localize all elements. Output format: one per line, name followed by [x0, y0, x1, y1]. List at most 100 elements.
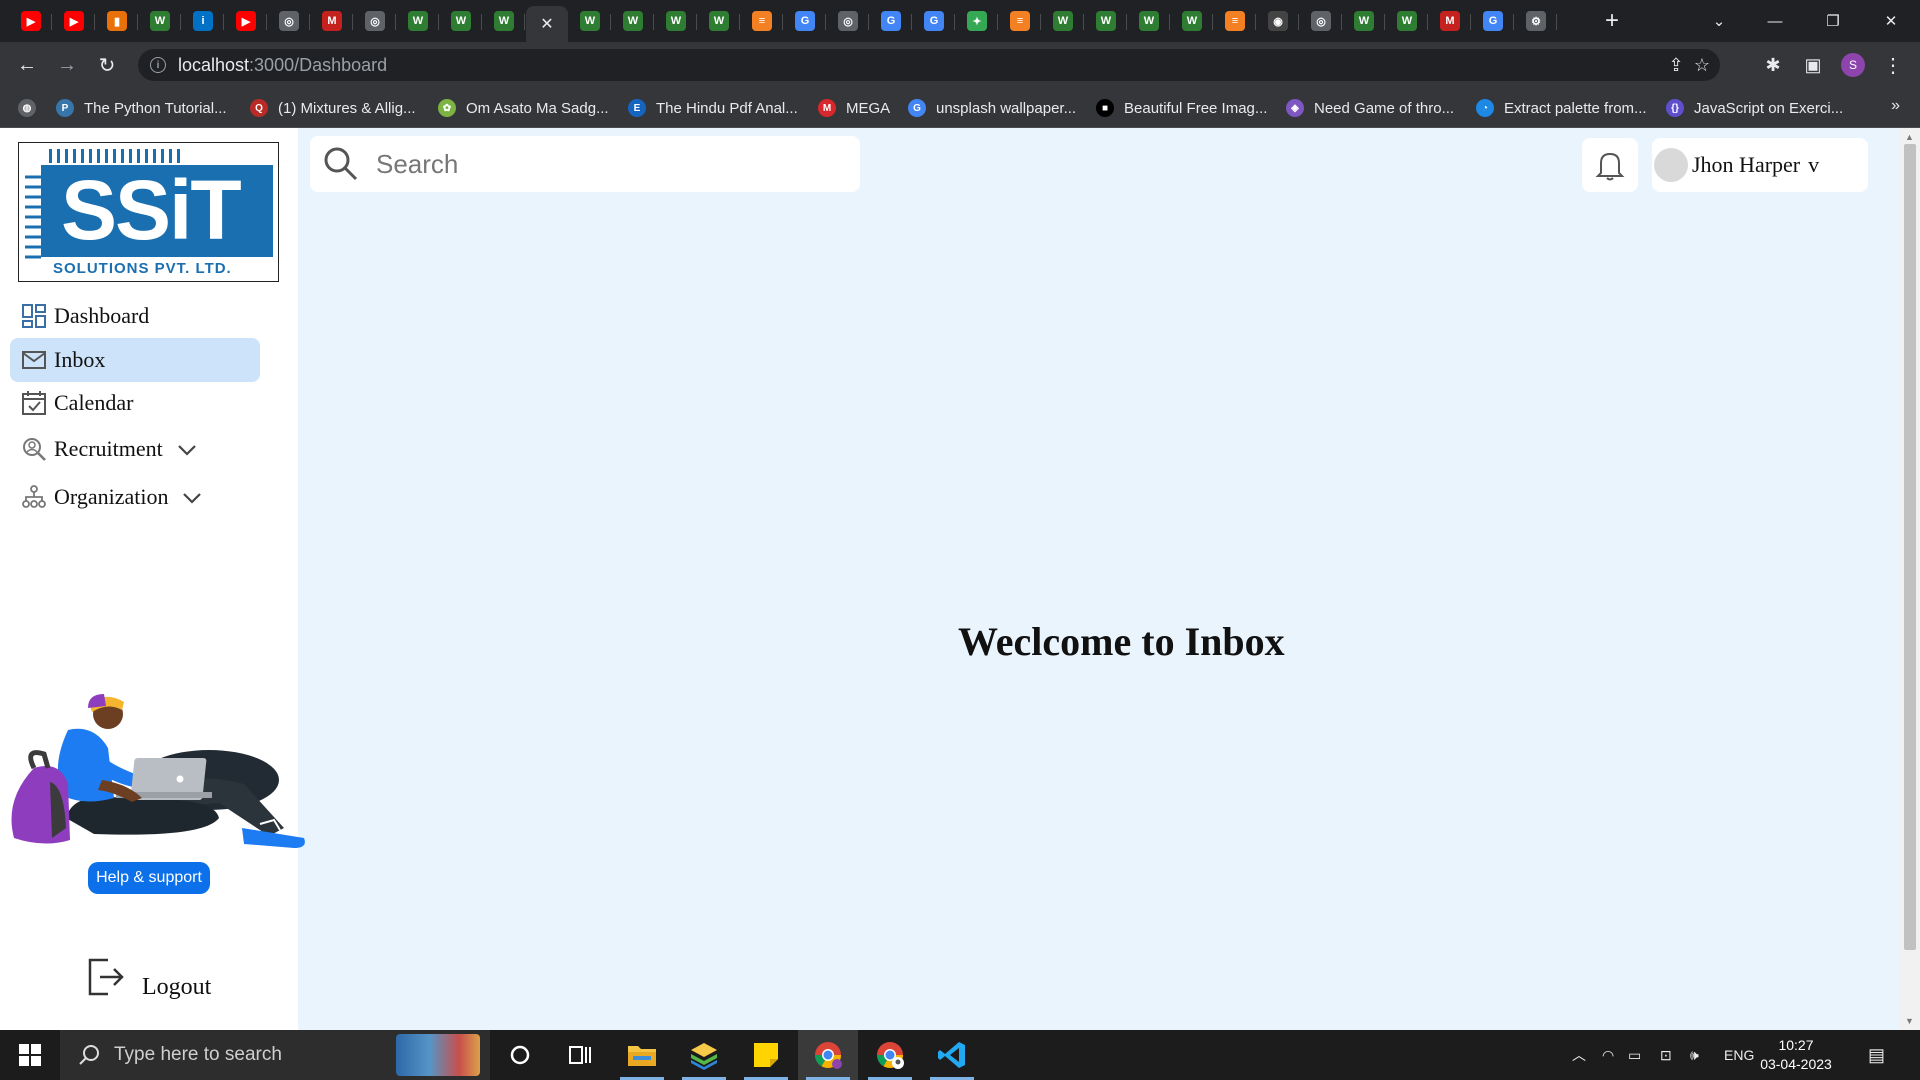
browser-tab[interactable]: G	[913, 6, 955, 36]
browser-tab[interactable]: ▶	[53, 6, 95, 36]
sidebar-item-organization[interactable]: Organization	[10, 475, 260, 519]
start-button[interactable]	[0, 1030, 60, 1080]
chevron-down-icon[interactable]	[182, 484, 202, 510]
sticky-notes-icon[interactable]	[736, 1030, 796, 1080]
browser-tab[interactable]: ≡	[1214, 6, 1256, 36]
browser-tab[interactable]: W	[1085, 6, 1127, 36]
chrome-profile-taskbar-icon[interactable]	[860, 1030, 920, 1080]
restore-button[interactable]: ❐	[1806, 0, 1860, 42]
bookmark-item[interactable]: Q (1) Mixtures & Allig...	[250, 97, 416, 119]
battery-icon[interactable]: ▭	[1628, 1030, 1641, 1080]
browser-tab[interactable]: ≡	[741, 6, 783, 36]
taskbar-search[interactable]: Type here to search	[60, 1030, 490, 1080]
browser-tab[interactable]: W	[698, 6, 740, 36]
browser-tab[interactable]: ▮	[96, 6, 138, 36]
bookmarks-overflow-icon[interactable]: »	[1891, 97, 1900, 115]
browser-tab[interactable]: W	[483, 6, 525, 36]
url-text[interactable]: localhost:3000/Dashboard	[178, 55, 387, 76]
browser-tab[interactable]: i	[182, 6, 224, 36]
sidebar-item-calendar[interactable]: Calendar	[10, 381, 260, 425]
reload-icon[interactable]: ↻	[92, 50, 122, 80]
vscode-icon[interactable]	[922, 1030, 982, 1080]
scrollbar-thumb[interactable]	[1904, 144, 1916, 950]
notification-center-icon[interactable]: ▤	[1868, 1030, 1885, 1080]
extensions-icon[interactable]: ✱	[1758, 50, 1788, 80]
file-explorer-icon[interactable]	[612, 1030, 672, 1080]
browser-tab[interactable]: M	[1429, 6, 1471, 36]
forward-icon[interactable]: →	[52, 50, 82, 80]
bookmark-item[interactable]: E The Hindu Pdf Anal...	[628, 97, 798, 119]
bookmark-star-icon[interactable]: ☆	[1692, 55, 1712, 75]
browser-tab[interactable]: ◎	[268, 6, 310, 36]
address-bar[interactable]: i localhost:3000/Dashboard ⇪ ☆	[138, 49, 1720, 81]
show-hidden-icons[interactable]: ︿	[1572, 1030, 1586, 1080]
close-window-button[interactable]: ✕	[1864, 0, 1918, 42]
bookmark-item[interactable]: {} JavaScript on Exerci...	[1666, 97, 1843, 119]
browser-tab[interactable]: ◎	[827, 6, 869, 36]
help-support-button[interactable]: Help & support	[88, 862, 210, 894]
apps-icon[interactable]: ◍	[18, 97, 36, 119]
browser-tab[interactable]: W	[655, 6, 697, 36]
browser-tab[interactable]: ▶	[10, 6, 52, 36]
browser-tab[interactable]: ✦	[956, 6, 998, 36]
browser-tab[interactable]: W	[440, 6, 482, 36]
browser-tab[interactable]: W	[397, 6, 439, 36]
tab-search-icon[interactable]: ⌄	[1692, 0, 1746, 42]
site-info-icon[interactable]: i	[150, 57, 166, 73]
side-panel-icon[interactable]: ▣	[1798, 50, 1828, 80]
browser-tab[interactable]: W	[612, 6, 654, 36]
close-tab-icon[interactable]: ✕	[540, 14, 553, 34]
browser-tab[interactable]: W	[1171, 6, 1213, 36]
user-menu[interactable]: Jhon Harper v	[1652, 138, 1868, 192]
language-indicator[interactable]: ENG	[1724, 1030, 1754, 1080]
scroll-up-icon[interactable]: ▲	[1905, 132, 1914, 142]
browser-tab[interactable]: W	[1386, 6, 1428, 36]
cortana-icon[interactable]	[490, 1030, 550, 1080]
search-input[interactable]	[376, 148, 816, 180]
browser-tab-active[interactable]: ✕	[526, 6, 568, 42]
bookmark-item[interactable]: M MEGA	[818, 97, 890, 119]
browser-tab[interactable]: G	[870, 6, 912, 36]
browser-tab[interactable]: G	[784, 6, 826, 36]
new-tab-button[interactable]: +	[1596, 6, 1628, 36]
browser-tab[interactable]: ◎	[1300, 6, 1342, 36]
browser-tab[interactable]: ⚙	[1515, 6, 1557, 36]
wifi-icon[interactable]: ◠	[1602, 1030, 1614, 1080]
browser-tab[interactable]: W	[1343, 6, 1385, 36]
menu-icon[interactable]: ⋮	[1878, 50, 1908, 80]
browser-tab[interactable]: ◉	[1257, 6, 1299, 36]
chrome-taskbar-icon[interactable]	[798, 1030, 858, 1080]
logout-button[interactable]: Logout	[86, 952, 211, 1002]
task-view-icon[interactable]	[550, 1030, 610, 1080]
bookmark-item[interactable]: ■ Beautiful Free Imag...	[1096, 97, 1267, 119]
share-icon[interactable]: ⇪	[1666, 55, 1686, 75]
browser-tab[interactable]: ≡	[999, 6, 1041, 36]
sidebar-item-dashboard[interactable]: Dashboard	[10, 294, 260, 338]
browser-tab[interactable]: M	[311, 6, 353, 36]
browser-tab[interactable]: W	[569, 6, 611, 36]
browser-tab[interactable]: ▶	[225, 6, 267, 36]
bookmark-item[interactable]: P The Python Tutorial...	[56, 97, 227, 119]
bluestacks-icon[interactable]	[674, 1030, 734, 1080]
bookmark-item[interactable]: ✿ Om Asato Ma Sadg...	[438, 97, 609, 119]
scroll-down-icon[interactable]: ▼	[1905, 1016, 1914, 1026]
browser-tab[interactable]: ◎	[354, 6, 396, 36]
sidebar-item-recruitment[interactable]: Recruitment	[10, 427, 260, 471]
bookmark-item[interactable]: Gunsplash wallpaper...	[908, 97, 1076, 119]
chevron-down-icon[interactable]	[177, 436, 197, 462]
bookmark-item[interactable]: ◈ Need Game of thro...	[1286, 97, 1454, 119]
minimize-button[interactable]: —	[1748, 0, 1802, 42]
page-scrollbar[interactable]: ▲ ▼	[1900, 128, 1920, 1030]
search-bar[interactable]	[310, 136, 860, 192]
sidebar-item-inbox[interactable]: Inbox	[10, 338, 260, 382]
back-icon[interactable]: ←	[12, 50, 42, 80]
profile-avatar[interactable]: S	[1841, 53, 1865, 77]
volume-icon[interactable]: 🕪	[1690, 1030, 1699, 1080]
taskbar-clock[interactable]: 10:27 03-04-2023	[1756, 1036, 1836, 1074]
browser-tab[interactable]: W	[1128, 6, 1170, 36]
browser-tab[interactable]: W	[139, 6, 181, 36]
browser-tab[interactable]: G	[1472, 6, 1514, 36]
browser-tab[interactable]: W	[1042, 6, 1084, 36]
network-icon[interactable]: ⊡	[1660, 1030, 1672, 1080]
bookmark-item[interactable]: ◔ Extract palette from...	[1476, 97, 1647, 119]
